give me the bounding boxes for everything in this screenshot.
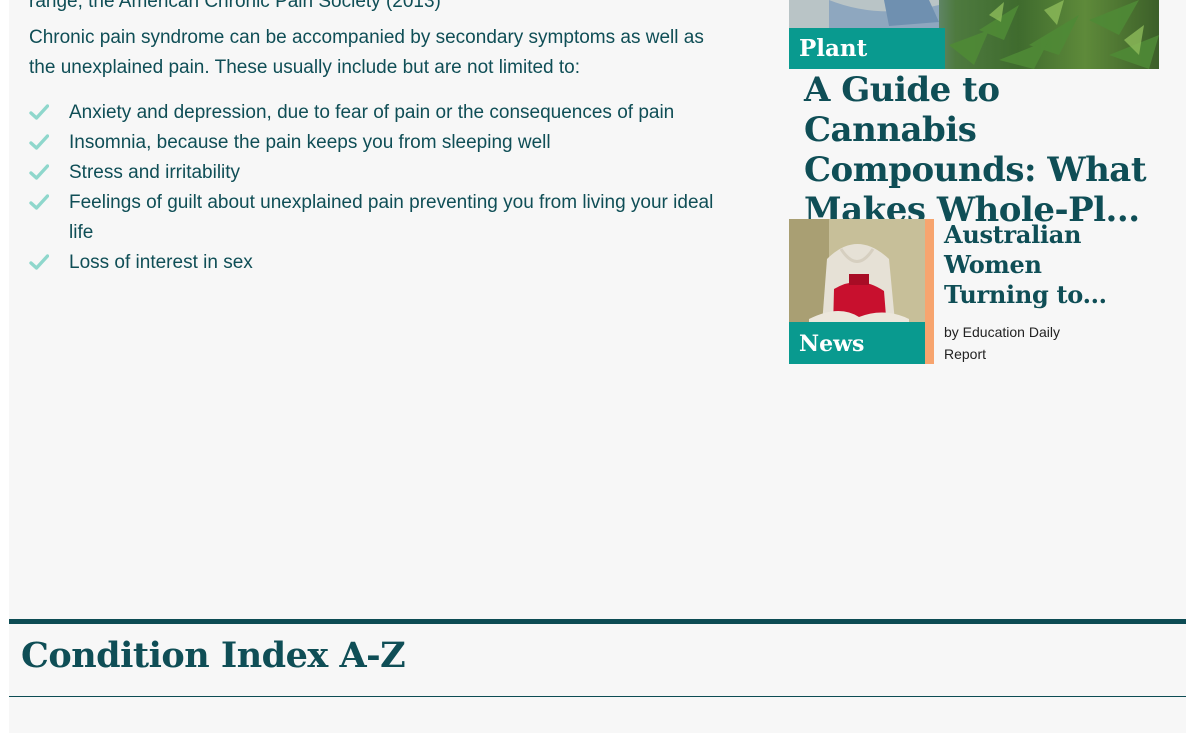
article-byline: by Education Daily Report: [944, 324, 1060, 362]
article-cut-text: range, the American Chronic Pain Society…: [29, 0, 441, 12]
category-tag-news[interactable]: News: [789, 322, 925, 364]
accent-bar: [925, 219, 934, 364]
list-item-text: Feelings of guilt about unexplained pain…: [69, 192, 714, 243]
list-item: Loss of interest in sex: [29, 248, 729, 278]
list-item: Insomnia, because the pain keeps you fro…: [29, 128, 729, 158]
list-item: Anxiety and depression, due to fear of p…: [29, 98, 729, 128]
feature-article-title[interactable]: A Guide to Cannabis Compounds: What Make…: [804, 70, 1154, 230]
symptom-list: Anxiety and depression, due to fear of p…: [29, 98, 729, 278]
list-item-text: Insomnia, because the pain keeps you fro…: [69, 132, 551, 153]
check-icon: [29, 194, 49, 210]
check-icon: [29, 104, 49, 120]
condition-index-title: Condition Index A-Z: [21, 635, 406, 676]
list-item-text: Anxiety and depression, due to fear of p…: [69, 102, 675, 123]
list-item-text: Stress and irritability: [69, 162, 241, 183]
news-article-title[interactable]: Australian Women Turning to...: [944, 220, 1144, 310]
list-item: Feelings of guilt about unexplained pain…: [29, 188, 729, 248]
check-icon: [29, 254, 49, 270]
list-item: Stress and irritability: [29, 158, 729, 188]
check-icon: [29, 164, 49, 180]
category-tag-plant[interactable]: Plant: [789, 28, 945, 69]
article-intro: Chronic pain syndrome can be accompanied…: [29, 27, 704, 78]
check-icon: [29, 134, 49, 150]
condition-index-section: Condition Index A-Z: [9, 624, 1186, 697]
list-item-text: Loss of interest in sex: [69, 252, 253, 273]
